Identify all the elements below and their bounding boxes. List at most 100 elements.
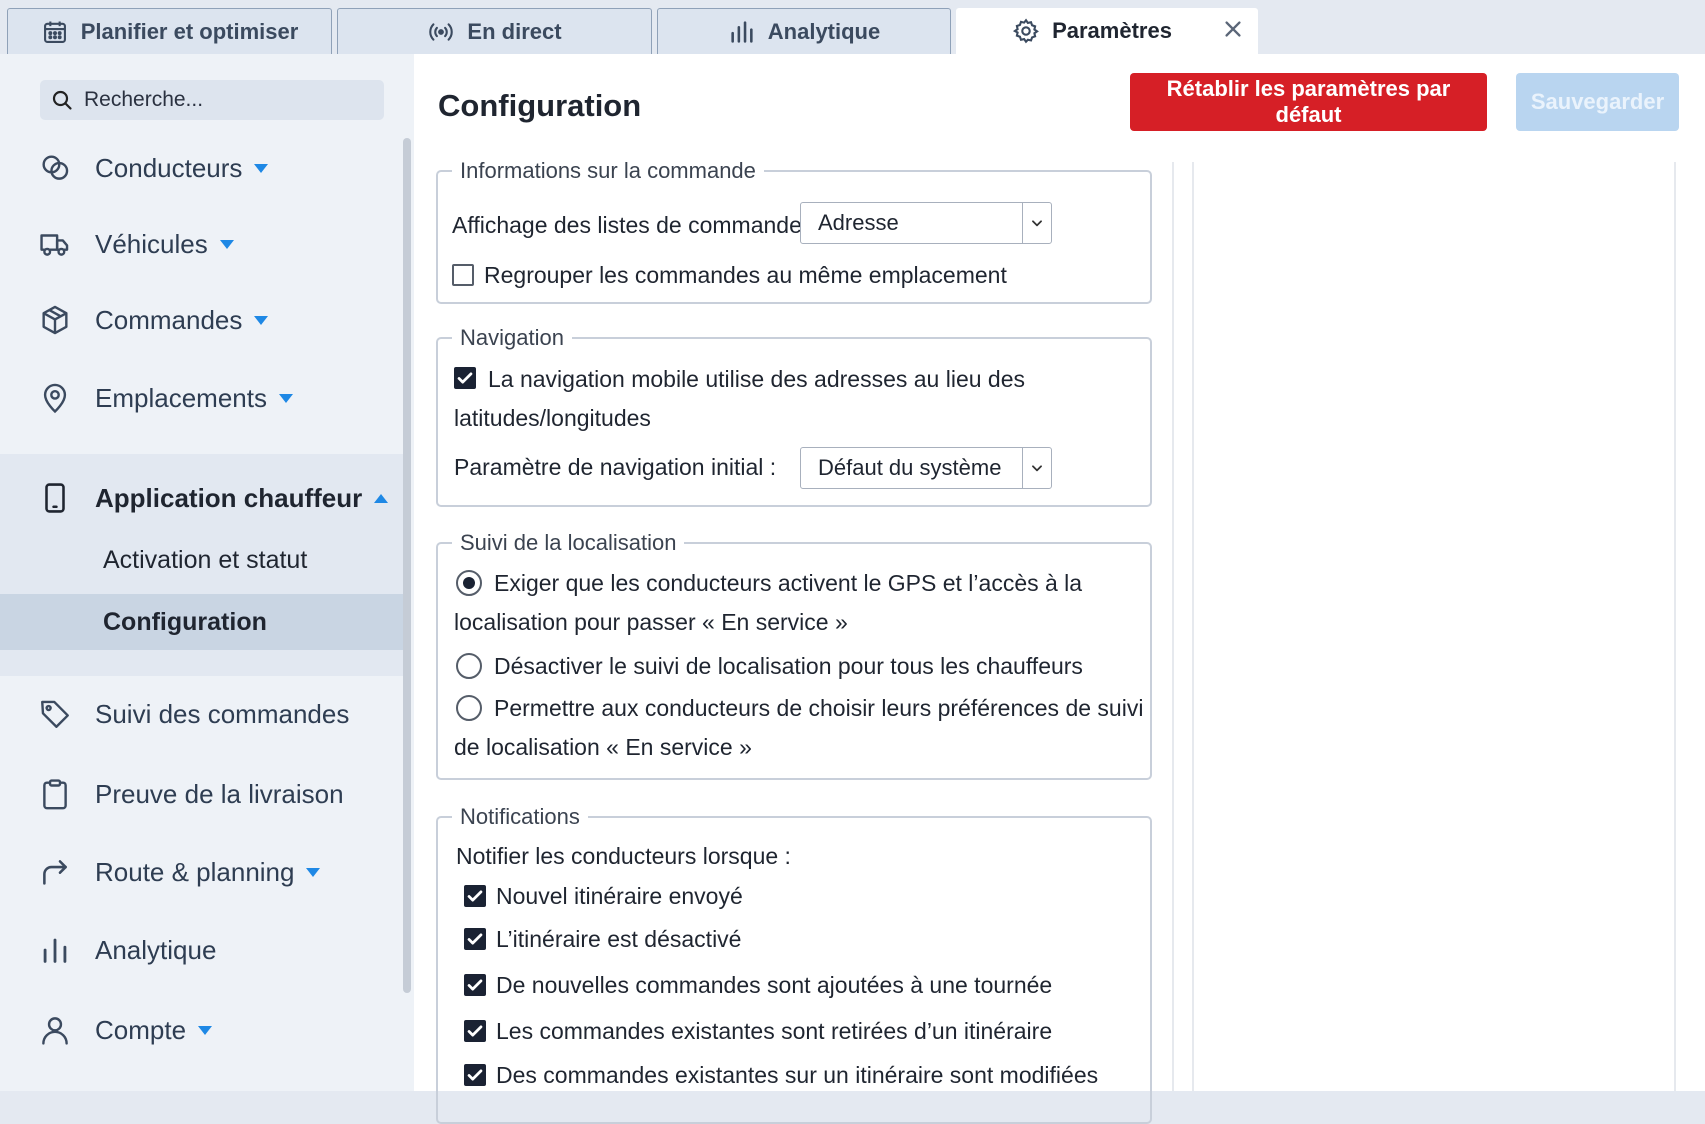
sidebar-item-order-tracking[interactable]: Suivi des commandes [0, 682, 400, 746]
close-icon[interactable] [1222, 18, 1244, 40]
section-legend: Navigation [460, 325, 564, 350]
tab-live[interactable]: En direct [337, 8, 652, 54]
sidebar-item-orders[interactable]: Commandes [0, 288, 400, 352]
section-legend: Suivi de la localisation [460, 530, 677, 555]
section-legend: Informations sur la commande [460, 158, 756, 183]
caret-up-icon [374, 493, 389, 503]
sidebar-item-vehicles[interactable]: Véhicules [0, 212, 400, 276]
sidebar-item-label: Compte [95, 1014, 187, 1045]
notify-route-disabled-checkbox[interactable] [464, 928, 486, 950]
gear-icon [1013, 18, 1039, 44]
tracking-option-label-cont: localisation pour passer « En service » [454, 609, 848, 635]
order-list-display-select[interactable]: Adresse [800, 202, 1052, 244]
sidebar-subitem-label: Activation et statut [103, 545, 308, 574]
sidebar-item-label: Preuve de la livraison [95, 778, 344, 809]
group-orders-checkbox[interactable] [452, 264, 474, 286]
column-divider [1172, 162, 1174, 1091]
broadcast-icon [429, 22, 454, 41]
tab-label: Paramètres [1052, 18, 1172, 43]
reset-defaults-button[interactable]: Rétablir les paramètres par défaut [1130, 73, 1487, 131]
sidebar-item-label: Emplacements [95, 382, 267, 413]
page-title: Configuration [438, 88, 642, 123]
sidebar-item-label: Application chauffeur [95, 482, 363, 513]
mobile-navigation-label: La navigation mobile utilise des adresse… [488, 366, 1025, 392]
tab-label: Planifier et optimiser [80, 18, 299, 44]
notify-orders-added-checkbox[interactable] [464, 974, 486, 996]
search-input[interactable] [82, 87, 376, 113]
sidebar-item-label: Véhicules [95, 228, 208, 259]
drivers-icon [42, 155, 69, 180]
checkmark-icon [457, 372, 473, 384]
section-notifications: Notifications Notifier les conducteurs l… [436, 804, 1152, 1124]
tab-bar: Planifier et optimiser En direct Analyti… [0, 0, 1705, 54]
chevron-down-icon [1032, 465, 1042, 472]
notify-option-label: Les commandes existantes sont retirées d… [496, 1018, 1053, 1044]
checkmark-icon [467, 1069, 483, 1081]
caret-down-icon [219, 239, 234, 249]
sidebar-item-analytics[interactable]: Analytique [0, 918, 400, 982]
mobile-navigation-checkbox[interactable] [454, 367, 476, 389]
sidebar-item-label: Analytique [95, 934, 217, 965]
sidebar-item-driver-app[interactable]: Application chauffeur [0, 462, 400, 534]
sidebar-item-proof-of-delivery[interactable]: Preuve de la livraison [0, 762, 400, 826]
checkmark-icon [467, 890, 483, 902]
notify-option-label: L’itinéraire est désactivé [496, 926, 742, 952]
sidebar-item-drivers[interactable]: Conducteurs [0, 136, 400, 200]
sidebar-item-label: Conducteurs [95, 152, 243, 183]
notify-orders-modified-checkbox[interactable] [464, 1064, 486, 1086]
notify-orders-removed-checkbox[interactable] [464, 1020, 486, 1042]
search-box[interactable] [40, 80, 384, 120]
mobile-navigation-label-cont: latitudes/longitudes [454, 405, 651, 431]
save-button[interactable]: Sauvegarder [1516, 73, 1679, 131]
checkmark-icon [467, 933, 483, 945]
caret-down-icon [254, 315, 269, 325]
bar-chart-icon [731, 20, 753, 43]
tracking-option-label: Désactiver le suivi de localisation pour… [494, 653, 1083, 679]
section-order-info: Informations sur la commande Affichage d… [436, 158, 1152, 304]
sidebar-item-account[interactable]: Compte [0, 998, 400, 1062]
tab-analytics[interactable]: Analytique [657, 8, 951, 54]
section-legend: Notifications [460, 804, 580, 829]
box-icon [42, 305, 68, 335]
notify-new-route-checkbox[interactable] [464, 885, 486, 907]
sidebar-item-locations[interactable]: Emplacements [0, 366, 400, 430]
tracking-option-driver-choice-radio[interactable] [456, 695, 482, 721]
sidebar-item-label: Route & planning [95, 856, 295, 887]
tracking-option-require-gps-radio[interactable] [456, 570, 482, 596]
user-icon [42, 1017, 68, 1045]
sidebar-scrollbar[interactable] [403, 138, 411, 993]
tracking-option-label-cont: de localisation « En service » [454, 734, 752, 760]
notify-option-label: Des commandes existantes sur un itinérai… [496, 1062, 1099, 1088]
group-orders-label: Regrouper les commandes au même emplacem… [484, 262, 1007, 288]
order-list-display-label: Affichage des listes de commandes : [452, 212, 827, 238]
notify-option-label: De nouvelles commandes sont ajoutées à u… [496, 972, 1053, 998]
caret-down-icon [254, 163, 269, 173]
column-divider [1192, 162, 1194, 1091]
clipboard-icon [43, 779, 67, 810]
checkmark-icon [467, 979, 483, 991]
notify-option-label: Nouvel itinéraire envoyé [496, 883, 743, 909]
initial-navigation-select[interactable]: Défaut du système [800, 447, 1052, 489]
tab-label: Analytique [767, 18, 881, 44]
bar-chart-icon [43, 938, 67, 963]
tracking-option-label: Permettre aux conducteurs de choisir leu… [494, 695, 1144, 721]
tab-settings[interactable]: Paramètres [956, 8, 1258, 54]
tracking-option-disable-radio[interactable] [456, 653, 482, 679]
tracking-option-label: Exiger que les conducteurs activent le G… [494, 570, 1083, 596]
caret-down-icon [278, 393, 293, 403]
column-divider [1674, 162, 1676, 1091]
sidebar-item-route-planning[interactable]: Route & planning [0, 840, 400, 904]
sidebar-item-label: Suivi des commandes [95, 698, 350, 729]
sidebar-item-label: Commandes [95, 304, 243, 335]
notifications-intro: Notifier les conducteurs lorsque : [456, 843, 791, 869]
select-value: Défaut du système [818, 455, 1002, 480]
tab-plan-optimize[interactable]: Planifier et optimiser [7, 8, 332, 54]
caret-down-icon [306, 867, 321, 877]
initial-navigation-label: Paramètre de navigation initial : [454, 454, 777, 480]
sidebar-subitem-configuration[interactable]: Configuration [0, 594, 404, 650]
section-navigation: Navigation La navigation mobile utilise … [436, 325, 1152, 507]
tab-label: En direct [467, 18, 562, 44]
tag-icon [41, 700, 69, 728]
sidebar-subitem-label: Configuration [103, 607, 267, 636]
sidebar-subitem-activation-status[interactable]: Activation et statut [0, 532, 404, 588]
